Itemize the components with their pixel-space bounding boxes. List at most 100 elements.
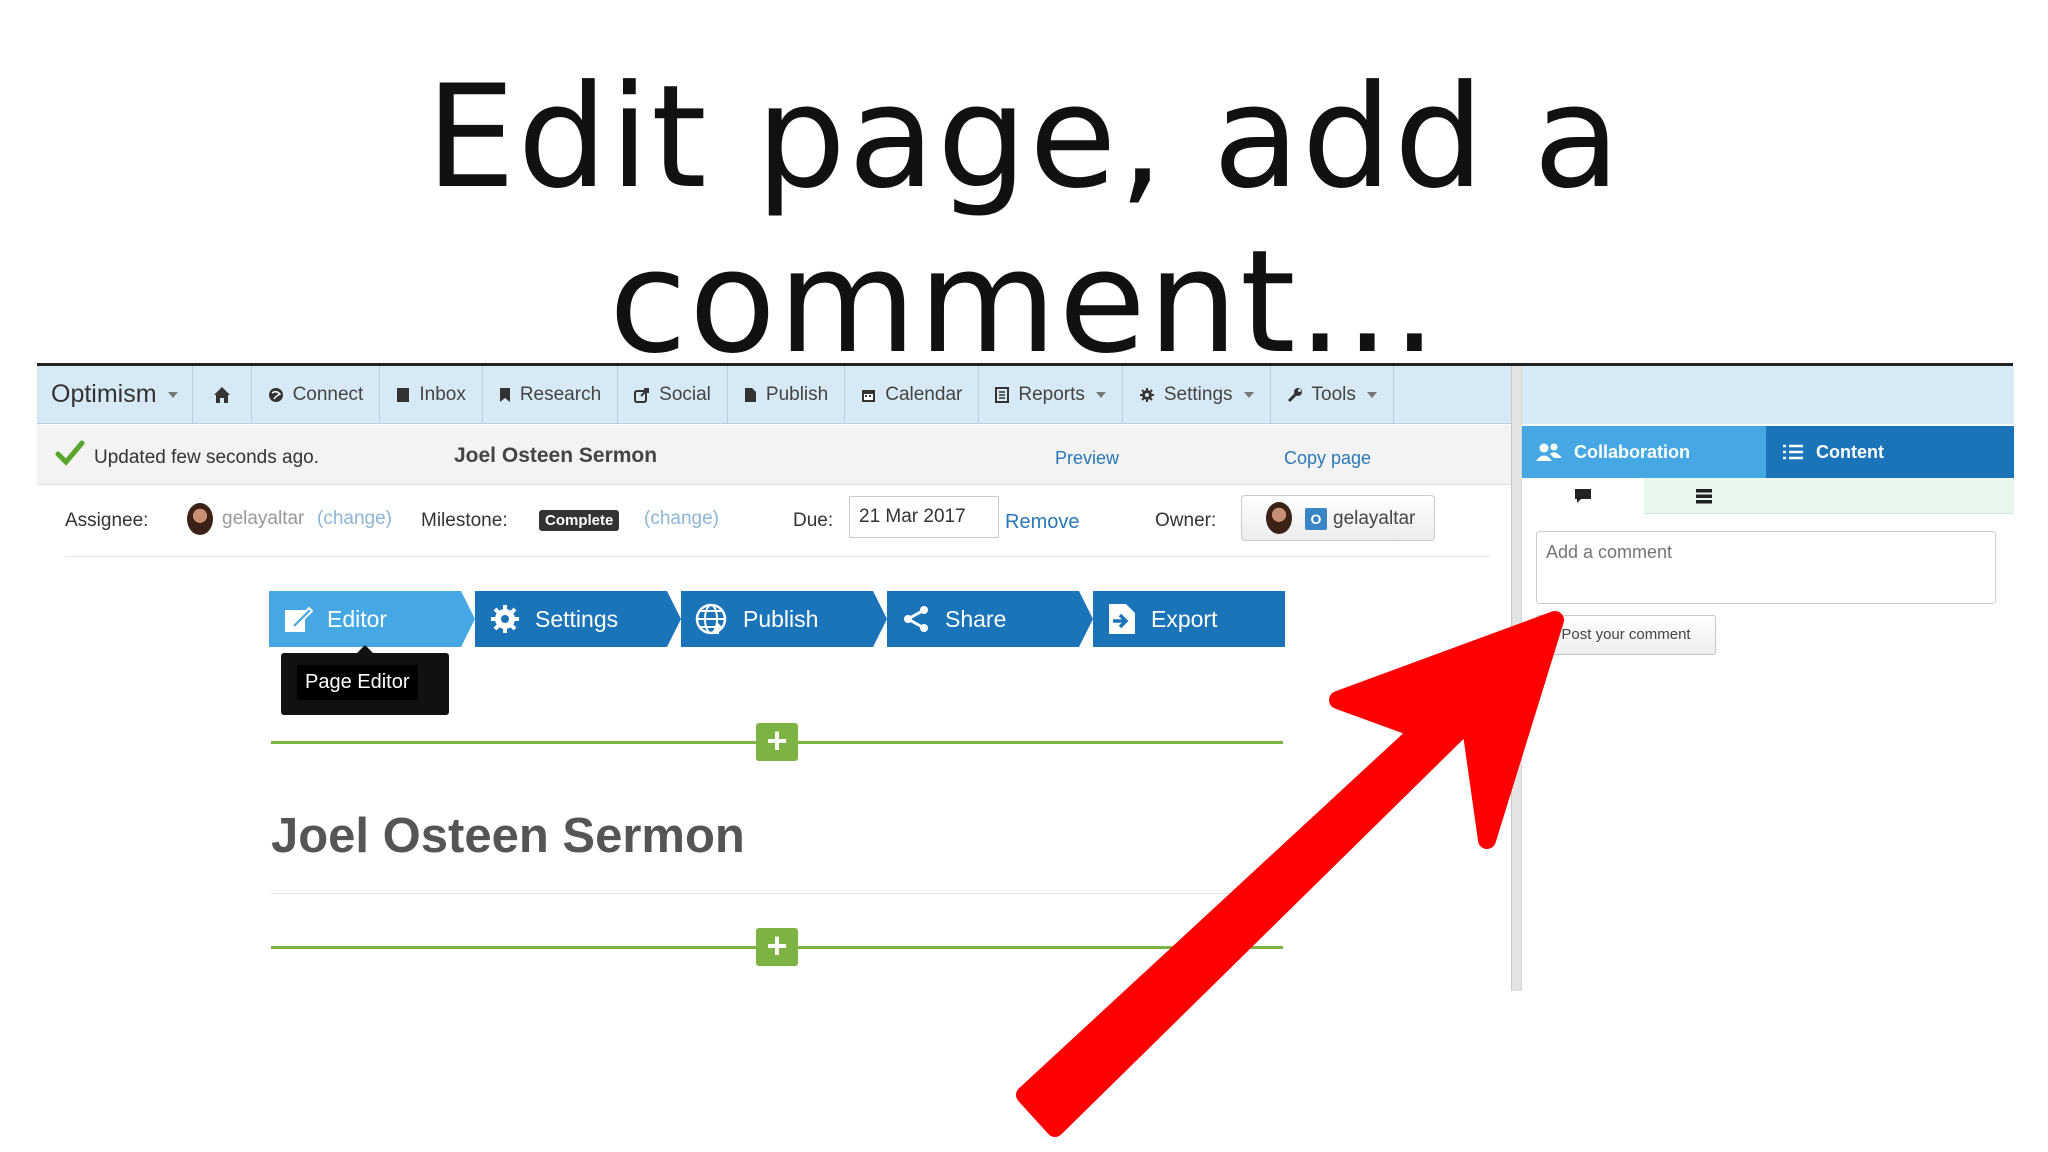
tab-collaboration-label: Collaboration [1574,441,1690,462]
owner-initial-badge: O [1305,508,1327,530]
heading-divider [271,893,1281,894]
document-title: Joel Osteen Sermon [454,444,658,467]
nav-home[interactable] [193,366,252,423]
tab-collaboration[interactable]: Collaboration [1522,426,1766,478]
add-block-button-bottom[interactable]: + [756,928,798,966]
list-icon [1783,444,1803,460]
post-comment-button[interactable]: Post your comment [1536,615,1716,655]
nav-social[interactable]: Social [618,366,728,423]
tooltip-text: Page Editor [297,665,418,700]
nav-research-label: Research [519,383,602,405]
users-icon [1536,443,1562,461]
step-settings-label: Settings [535,605,619,632]
chevron-down-icon [1366,391,1377,398]
nav-calendar-label: Calendar [885,383,963,405]
tooltip-pointer [356,645,374,654]
globe-icon [695,603,727,635]
app-window: Optimism Connect Inbox Research Social P… [37,363,2014,1003]
milestone-badge: Complete [539,510,620,531]
nav-reports-label: Reports [1018,383,1085,405]
page-heading[interactable]: Joel Osteen Sermon [271,808,745,864]
page-editor-tooltip: Page Editor [281,645,449,715]
nav-tools-label: Tools [1311,383,1356,405]
nav-publish-label: Publish [765,383,829,405]
file-icon [744,387,756,402]
owner-name: gelayaltar [1333,508,1416,529]
assignee-avatar [187,503,213,535]
step-export[interactable]: Export [1093,591,1285,647]
brand-label: Optimism [51,380,157,408]
gear-icon [491,605,519,633]
comment-icon [1575,489,1591,503]
wrench-icon [1287,387,1302,402]
assignee-name: gelayaltar [222,508,305,529]
globe-icon [268,387,283,402]
brand-menu[interactable]: Optimism [37,366,193,423]
subtab-comments[interactable] [1522,478,1644,514]
preview-link[interactable]: Preview [1055,448,1119,469]
top-navbar: Optimism Connect Inbox Research Social P… [37,366,1519,424]
remove-due-link[interactable]: Remove [1005,511,1079,534]
step-share[interactable]: Share [887,591,1093,647]
comment-input[interactable] [1536,531,1996,604]
meta-bar: Assignee: gelayaltar (change) Milestone:… [37,486,1511,558]
nav-calendar[interactable]: Calendar [845,366,980,423]
chevron-down-icon [167,391,178,398]
milestone-change-link[interactable]: (change) [644,508,719,530]
nav-settings[interactable]: Settings [1123,366,1271,423]
nav-research[interactable]: Research [483,366,619,423]
nav-social-label: Social [659,383,711,405]
export-icon [1109,604,1135,634]
due-date-field[interactable]: 21 Mar 2017 [849,496,999,538]
chevron-down-icon [1095,391,1106,398]
owner-label: Owner: [1155,510,1217,531]
panel-header [1522,366,2014,424]
nav-connect[interactable]: Connect [252,366,381,423]
panel-tabs: Collaboration Content [1522,426,2014,478]
step-export-label: Export [1151,605,1218,632]
nav-inbox[interactable]: Inbox [380,366,483,423]
nav-reports[interactable]: Reports [979,366,1123,423]
collaboration-panel: Collaboration Content Post your comment [1521,366,2014,991]
nav-publish[interactable]: Publish [728,366,846,423]
step-publish-label: Publish [743,605,819,632]
assignee-label: Assignee: [65,510,149,531]
gear-icon [1139,387,1154,402]
slide-title: Edit page, add a comment... [425,55,1623,385]
owner-button[interactable]: O gelayaltar [1241,495,1435,541]
share-icon [634,387,650,403]
report-icon [995,386,1010,403]
inbox-icon [397,387,410,402]
calendar-icon [862,389,876,402]
owner-avatar [1266,502,1292,534]
copy-page-link[interactable]: Copy page [1284,448,1371,469]
bookmark-icon [499,387,510,402]
milestone-label: Milestone: [421,510,508,531]
nav-inbox-label: Inbox [419,383,466,405]
step-arrow-icon [1079,591,1093,647]
tab-content[interactable]: Content [1766,426,2014,478]
add-block-button-top[interactable]: + [756,723,798,761]
step-share-label: Share [945,605,1007,632]
status-bar: Updated few seconds ago. Joel Osteen Ser… [37,425,1511,485]
nav-tools[interactable]: Tools [1271,366,1394,423]
chevron-down-icon [1243,391,1254,398]
updated-status: Updated few seconds ago. [94,447,319,468]
share-icon [904,606,928,632]
step-arrow-icon [873,591,887,647]
step-editor[interactable]: Editor [269,591,475,647]
edit-icon [285,606,313,632]
due-label: Due: [793,510,834,531]
list-icon[interactable] [1695,488,1713,504]
step-arrow-icon [667,591,681,647]
panel-splitter[interactable] [1511,366,1521,991]
step-arrow-icon [461,591,475,647]
step-editor-label: Editor [327,605,388,632]
home-icon [213,386,230,403]
meta-divider [65,556,1490,557]
step-publish[interactable]: Publish [681,591,887,647]
nav-connect-label: Connect [292,383,364,405]
step-settings[interactable]: Settings [475,591,681,647]
assignee-change-link[interactable]: (change) [317,508,392,530]
checkmark-icon [55,440,85,466]
